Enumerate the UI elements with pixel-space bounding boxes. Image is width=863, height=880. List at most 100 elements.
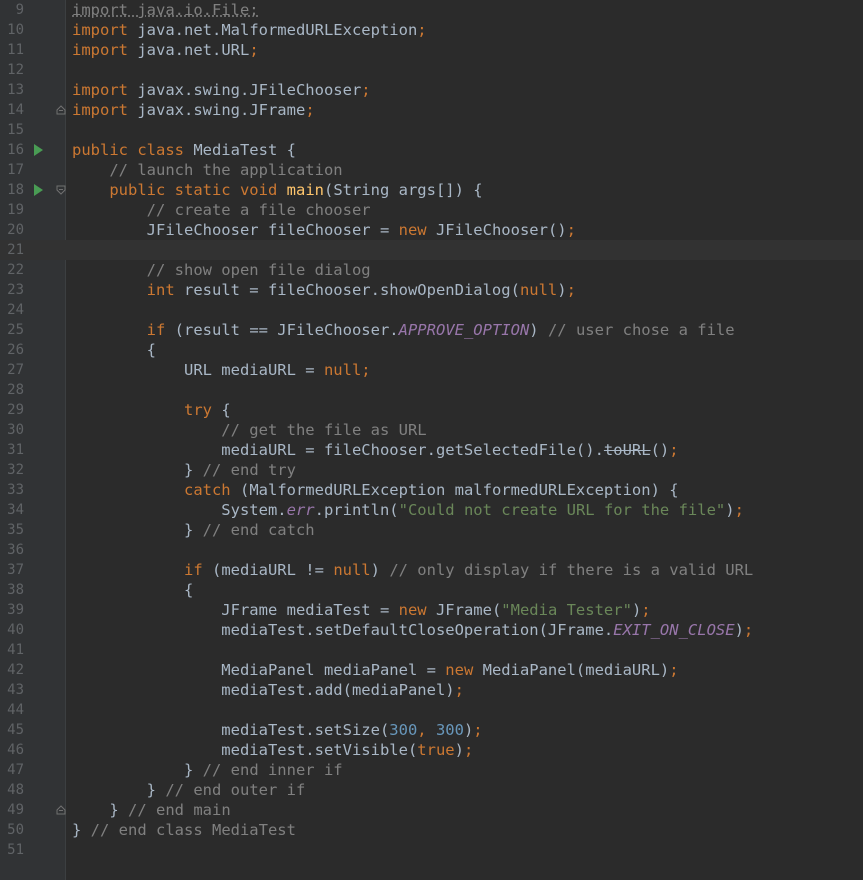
code-line[interactable]: 32 } // end try [0, 460, 863, 480]
code-line[interactable]: 21 [0, 240, 863, 260]
code-line[interactable]: 19 // create a file chooser [0, 200, 863, 220]
code-text[interactable]: import java.io.File; [72, 0, 259, 20]
code-text[interactable]: URL mediaURL = null; [72, 360, 371, 380]
code-text[interactable]: try { [72, 400, 231, 420]
code-line[interactable]: 42 MediaPanel mediaPanel = new MediaPane… [0, 660, 863, 680]
code-text[interactable]: { [72, 580, 193, 600]
code-line[interactable]: 43 mediaTest.add(mediaPanel); [0, 680, 863, 700]
code-line[interactable]: 12 [0, 60, 863, 80]
code-text[interactable]: // show open file dialog [72, 260, 371, 280]
code-text[interactable]: catch (MalformedURLException malformedUR… [72, 480, 679, 500]
code-editor[interactable]: 9 import java.io.File; 10 import java.net.M… [0, 0, 863, 880]
code-text[interactable]: mediaTest.setSize(300, 300); [72, 720, 482, 740]
code-line[interactable]: 17 // launch the application [0, 160, 863, 180]
fold-end-icon[interactable] [56, 105, 66, 115]
code-line[interactable]: 11 import java.net.URL; [0, 40, 863, 60]
line-number: 27 [7, 362, 24, 378]
code-line[interactable]: 36 [0, 540, 863, 560]
code-text[interactable]: { [72, 340, 156, 360]
code-text[interactable]: // get the file as URL [72, 420, 426, 440]
code-line[interactable]: 47 } // end inner if [0, 760, 863, 780]
code-text[interactable]: mediaURL = fileChooser.getSelectedFile()… [72, 440, 679, 460]
code-line[interactable]: 25 if (result == JFileChooser.APPROVE_OP… [0, 320, 863, 340]
code-line[interactable]: 27 URL mediaURL = null; [0, 360, 863, 380]
code-line[interactable]: 15 [0, 120, 863, 140]
code-line[interactable]: 35 } // end catch [0, 520, 863, 540]
code-line[interactable]: 50} // end class MediaTest [0, 820, 863, 840]
code-line[interactable]: 34 System.err.println("Could not create … [0, 500, 863, 520]
code-text[interactable]: public class MediaTest { [72, 140, 296, 160]
line-number: 46 [7, 742, 24, 758]
code-line[interactable]: 46 mediaTest.setVisible(true); [0, 740, 863, 760]
code-line[interactable]: 48 } // end outer if [0, 780, 863, 800]
line-number: 32 [7, 462, 24, 478]
code-line[interactable]: 23 int result = fileChooser.showOpenDial… [0, 280, 863, 300]
code-line[interactable]: 26 { [0, 340, 863, 360]
code-line[interactable]: 9 import java.io.File; [0, 0, 863, 20]
code-line[interactable]: 49 } // end main [0, 800, 863, 820]
code-text[interactable]: } // end class MediaTest [72, 820, 296, 840]
code-text[interactable]: int result = fileChooser.showOpenDialog(… [72, 280, 576, 300]
line-number: 25 [7, 322, 24, 338]
code-line[interactable]: 29 try { [0, 400, 863, 420]
code-text[interactable]: import javax.swing.JFrame; [72, 100, 315, 120]
code-line[interactable]: 33 catch (MalformedURLException malforme… [0, 480, 863, 500]
code-line[interactable]: 44 [0, 700, 863, 720]
code-text[interactable]: if (mediaURL != null) // only display if… [72, 560, 753, 580]
code-text[interactable]: // launch the application [72, 160, 342, 180]
code-text[interactable]: if (result == JFileChooser.APPROVE_OPTIO… [72, 320, 735, 340]
code-text[interactable]: JFileChooser fileChooser = new JFileChoo… [72, 220, 576, 240]
code-token: mediaTest.setDefaultCloseOperation(JFram… [72, 621, 614, 639]
code-text[interactable]: } // end catch [72, 520, 315, 540]
code-line[interactable]: 14 import javax.swing.JFrame; [0, 100, 863, 120]
code-line[interactable]: 16 public class MediaTest { [0, 140, 863, 160]
code-line[interactable]: 31 mediaURL = fileChooser.getSelectedFil… [0, 440, 863, 460]
run-icon[interactable] [34, 184, 43, 196]
code-line[interactable]: 41 [0, 640, 863, 660]
code-text[interactable]: import javax.swing.JFileChooser; [72, 80, 371, 100]
code-line[interactable]: 28 [0, 380, 863, 400]
code-text[interactable]: } // end inner if [72, 760, 343, 780]
code-text[interactable]: public static void main(String args[]) { [72, 180, 482, 200]
fold-start-icon[interactable] [56, 185, 66, 195]
code-line[interactable]: 10 import java.net.MalformedURLException; [0, 20, 863, 40]
line-number: 40 [7, 622, 24, 638]
code-text[interactable]: } // end main [72, 800, 230, 820]
code-token: } [72, 801, 128, 819]
run-icon[interactable] [34, 144, 43, 156]
code-text[interactable]: mediaTest.add(mediaPanel); [72, 680, 464, 700]
code-line[interactable]: 37 if (mediaURL != null) // only display… [0, 560, 863, 580]
code-line[interactable]: 40 mediaTest.setDefaultCloseOperation(JF… [0, 620, 863, 640]
code-line[interactable]: 18 public static void main(String args[]… [0, 180, 863, 200]
code-text[interactable]: System.err.println("Could not create URL… [72, 500, 744, 520]
code-text[interactable]: import java.net.MalformedURLException; [72, 20, 427, 40]
code-text[interactable]: JFrame mediaTest = new JFrame("Media Tes… [72, 600, 650, 620]
code-token: MediaPanel mediaPanel = [72, 661, 446, 679]
code-line[interactable]: 39 JFrame mediaTest = new JFrame("Media … [0, 600, 863, 620]
code-text[interactable]: mediaTest.setVisible(true); [72, 740, 473, 760]
code-text[interactable]: import java.net.URL; [72, 40, 259, 60]
code-token: ; [669, 441, 679, 459]
fold-end-icon[interactable] [56, 805, 66, 815]
code-text[interactable]: } // end try [72, 460, 296, 480]
code-line[interactable]: 20 JFileChooser fileChooser = new JFileC… [0, 220, 863, 240]
code-token: ) [557, 281, 567, 299]
code-token: new [398, 221, 427, 239]
code-text[interactable]: // create a file chooser [72, 200, 371, 220]
code-line[interactable]: 51 [0, 840, 863, 860]
code-line[interactable]: 13 import javax.swing.JFileChooser; [0, 80, 863, 100]
code-line[interactable]: 38 { [0, 580, 863, 600]
code-text[interactable]: mediaTest.setDefaultCloseOperation(JFram… [72, 620, 753, 640]
code-text[interactable]: MediaPanel mediaPanel = new MediaPanel(m… [72, 660, 678, 680]
code-token: javax.swing.JFrame [128, 101, 306, 119]
code-text[interactable]: } // end outer if [72, 780, 306, 800]
code-line[interactable]: 24 [0, 300, 863, 320]
code-line[interactable]: 22 // show open file dialog [0, 260, 863, 280]
code-token: ; [361, 361, 371, 379]
line-number: 30 [7, 422, 24, 438]
line-number: 18 [7, 182, 24, 198]
code-line[interactable]: 45 mediaTest.setSize(300, 300); [0, 720, 863, 740]
code-line[interactable]: 30 // get the file as URL [0, 420, 863, 440]
